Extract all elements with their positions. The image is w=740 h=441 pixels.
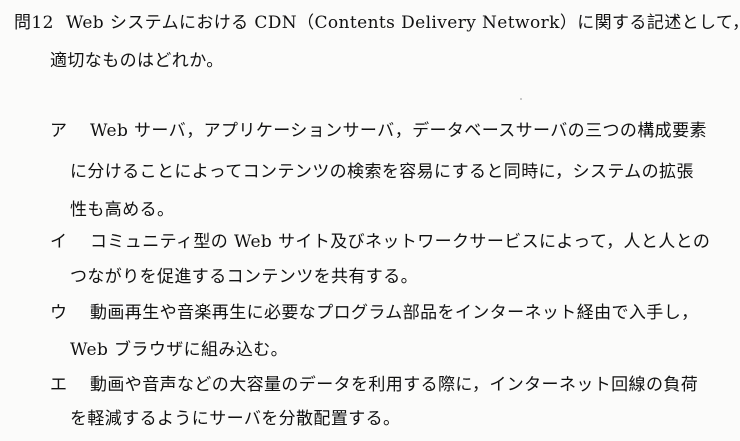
option-a-line-1: Web サーバ，アプリケーションサーバ，データベースサーバの三つの構成要素 (90, 121, 707, 141)
option-e-line-2: を軽減するようにサーバを分散配置する。 (70, 409, 401, 429)
question-stem-line-2: 適切なものはどれか。 (50, 51, 224, 71)
scan-speck (642, 18, 644, 20)
option-u-label: ウ (50, 303, 67, 323)
option-a-label: ア (50, 121, 67, 141)
option-e-label: エ (50, 375, 67, 395)
question-number: 問12 (14, 13, 54, 33)
option-a-line-3: 性も高める。 (70, 200, 175, 220)
option-u-line-2: Web ブラウザに組み込む。 (70, 340, 289, 360)
option-e-line-1: 動画や音声などの大容量のデータを利用する際に，インターネット回線の負荷 (90, 375, 699, 395)
option-i-label: イ (50, 232, 67, 252)
option-i-line-2: つながりを促進するコンテンツを共有する。 (70, 267, 418, 287)
question-stem-line-1: 問12 Web システムにおける CDN（Contents Delivery Ne… (14, 12, 740, 34)
question-stem-text-1: Web システムにおける CDN（Contents Delivery Netwo… (65, 13, 740, 33)
option-a-line-2: に分けることによってコンテンツの検索を容易にすると同時に，システムの拡張 (70, 162, 694, 182)
exam-page: 問12 Web システムにおける CDN（Contents Delivery Ne… (0, 0, 740, 441)
scan-speck (520, 98, 522, 100)
option-u-line-1: 動画再生や音楽再生に必要なプログラム部品をインターネット経由で入手し， (90, 303, 699, 323)
option-i-line-1: コミュニティ型の Web サイト及びネットワークサービスによって，人と人との (90, 232, 711, 252)
